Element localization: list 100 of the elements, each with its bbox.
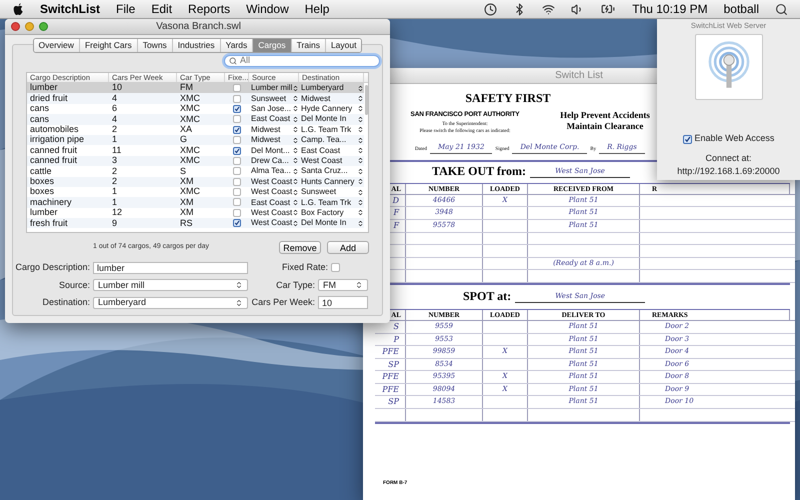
menu-item[interactable]: Edit — [151, 0, 172, 18]
clock-text[interactable]: Thu 10:19 PM — [632, 0, 708, 18]
table-row[interactable]: fresh fruit 9 RS West Coast Del Monte In — [27, 218, 364, 228]
checkbox[interactable] — [233, 126, 241, 134]
tab[interactable]: Freight Cars — [78, 39, 137, 52]
stepper-icon[interactable] — [292, 105, 299, 112]
text-field[interactable]: 10 — [318, 296, 368, 310]
checkbox[interactable] — [233, 115, 241, 124]
table-row[interactable]: cattle 2 S Alma Tea... Santa Cruz... — [27, 166, 364, 177]
stepper-icon[interactable] — [292, 220, 300, 227]
stepper-icon[interactable] — [357, 168, 364, 175]
table-row[interactable]: canned fruit 11 XMC Del Mont... East Coast — [27, 145, 364, 156]
stepper-icon[interactable] — [292, 136, 299, 144]
stepper-icon[interactable] — [292, 178, 300, 186]
checkbox[interactable] — [233, 219, 241, 228]
stepper-icon[interactable] — [357, 178, 364, 186]
checkbox[interactable] — [233, 167, 241, 176]
table-cell: Lumberyard — [301, 82, 344, 94]
table-row[interactable]: irrigation pipe 1 G Midwest Camp. Tea... — [27, 134, 364, 146]
slogan-text: Help Prevent Accidents — [560, 110, 650, 121]
stepper-icon[interactable] — [357, 157, 364, 164]
stepper-icon[interactable] — [292, 188, 300, 196]
tab[interactable]: Trains — [290, 39, 325, 52]
table-row[interactable]: machinery 1 XM East Coast L.G. Team Trk — [27, 197, 364, 208]
table-row[interactable]: boxes 2 XM West Coast Hunts Cannery — [27, 176, 364, 187]
text-field[interactable]: lumber — [93, 262, 248, 274]
search-icon[interactable] — [775, 2, 788, 16]
section-heading: SPOT at: — [463, 288, 512, 305]
stepper-icon[interactable] — [292, 199, 299, 206]
stepper-icon[interactable] — [292, 147, 299, 154]
tab[interactable]: Yards — [220, 39, 252, 52]
table-row[interactable]: dried fruit 4 XMC Sunsweet Midwest — [27, 93, 364, 104]
checkbox[interactable] — [233, 198, 241, 206]
stepper-icon[interactable] — [292, 157, 299, 164]
battery-icon[interactable] — [600, 2, 616, 16]
checkbox[interactable] — [233, 84, 241, 92]
stepper-icon[interactable] — [292, 168, 299, 175]
table-row[interactable]: cans 6 XMC San Jose... Hyde Cannery — [27, 104, 364, 114]
stepper-icon[interactable] — [292, 209, 300, 216]
close-button[interactable] — [11, 22, 20, 31]
checkbox[interactable] — [233, 146, 241, 155]
tab[interactable]: Towns — [136, 39, 172, 52]
checkbox[interactable] — [682, 134, 692, 144]
stepper-icon[interactable] — [292, 116, 299, 123]
tab[interactable]: Industries — [172, 39, 220, 52]
stepper-icon[interactable] — [357, 147, 364, 154]
table-row[interactable]: automobiles 2 XA Midwest L.G. Team Trk — [27, 124, 364, 135]
stepper-icon[interactable] — [357, 126, 364, 134]
stepper-icon[interactable] — [357, 95, 364, 102]
user-menu[interactable]: botball — [724, 0, 759, 18]
checkbox[interactable] — [233, 178, 241, 186]
handwritten-text: S — [394, 322, 399, 331]
stepper-icon[interactable] — [357, 209, 364, 216]
stepper-icon[interactable] — [357, 199, 364, 206]
popup-button[interactable]: Lumberyard — [93, 296, 248, 309]
popup-button[interactable]: FM — [318, 279, 368, 292]
stepper-icon[interactable] — [292, 95, 299, 102]
push-button[interactable]: Add — [327, 241, 369, 254]
table-row[interactable]: lumber 10 FM Lumber mill Lumberyard — [27, 83, 364, 94]
minimize-button[interactable] — [25, 22, 34, 31]
app-menu[interactable]: SwitchList — [40, 0, 100, 18]
zoom-button[interactable] — [39, 22, 48, 31]
table-row[interactable]: canned fruit 3 XMC Drew Ca... West Coast — [27, 156, 364, 166]
stepper-icon[interactable] — [357, 188, 364, 196]
apple-icon[interactable] — [12, 2, 24, 16]
table-cell: Hyde Cannery — [301, 102, 352, 115]
stepper-icon — [355, 281, 363, 290]
wifi-icon[interactable] — [542, 2, 556, 16]
popup-button[interactable]: Lumber mill — [93, 279, 248, 292]
checkbox[interactable] — [233, 136, 241, 144]
checkbox[interactable] — [233, 156, 241, 165]
menu-item[interactable]: Reports — [188, 0, 230, 18]
stepper-icon[interactable] — [357, 105, 364, 112]
checkbox[interactable] — [233, 208, 241, 217]
tab[interactable]: Overview — [34, 39, 79, 52]
field-label: Fixed Rate: — [280, 261, 329, 274]
menu-item[interactable]: File — [116, 0, 136, 18]
push-button[interactable]: Remove — [279, 241, 321, 254]
stepper-icon — [235, 281, 243, 290]
menu-item[interactable]: Window — [246, 0, 289, 18]
stepper-icon[interactable] — [357, 116, 364, 123]
stepper-icon[interactable] — [292, 126, 299, 134]
menu-item[interactable]: Help — [304, 0, 330, 18]
checkbox[interactable] — [233, 188, 241, 196]
field-label: Cars Per Week: — [250, 296, 316, 309]
stepper-icon[interactable] — [292, 84, 300, 92]
clock-icon[interactable] — [484, 2, 498, 16]
stepper-icon[interactable] — [357, 84, 364, 92]
table-cell: Sunsweet — [301, 186, 336, 198]
table-cell: San Jose... — [251, 102, 292, 115]
table-row[interactable]: cans 4 XMC East Coast Del Monte In — [27, 114, 364, 125]
stepper-icon[interactable] — [357, 220, 364, 227]
checkbox[interactable] — [233, 94, 241, 103]
tab[interactable]: Layout — [324, 39, 362, 52]
scrollbar[interactable] — [365, 85, 368, 115]
handwritten-text: PFE — [382, 372, 399, 382]
checkbox[interactable] — [233, 104, 241, 113]
checkbox[interactable] — [331, 263, 340, 272]
search-field[interactable]: All — [224, 55, 380, 67]
stepper-icon[interactable] — [357, 136, 364, 144]
